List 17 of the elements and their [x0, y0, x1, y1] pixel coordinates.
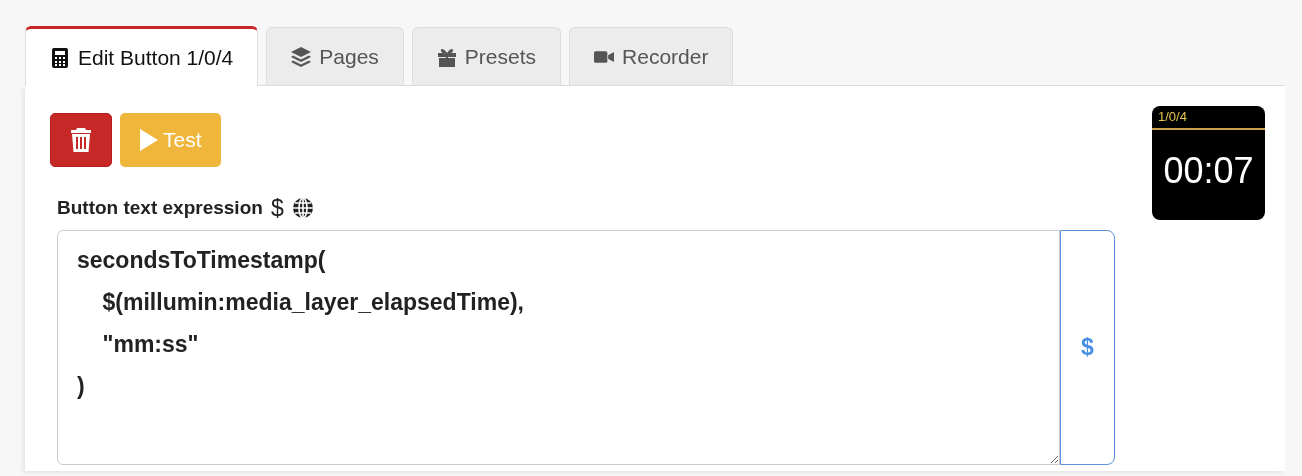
calculator-icon [50, 47, 70, 68]
variable-button[interactable]: $ [1060, 229, 1115, 465]
gift-icon [436, 46, 457, 67]
tab[interactable]: Pages [266, 27, 404, 85]
field-label: Button text expression [57, 196, 263, 220]
tab[interactable]: Edit Button 1/0/4 [25, 26, 259, 86]
button-preview-text: 00:07 [1162, 148, 1255, 193]
globe-icon [291, 197, 314, 220]
dollar-symbol: $ [270, 194, 284, 223]
delete-button[interactable] [50, 113, 112, 167]
layers-icon [291, 46, 312, 67]
tab[interactable]: Recorder [569, 27, 734, 85]
tab[interactable]: Presets [411, 27, 562, 85]
button-location: 1/0/4 [1152, 106, 1265, 130]
expression-field[interactable]: secondsToTimestamp( $(millumin:media_layer_elapsedTime), "mm:ss" ) [57, 229, 1060, 465]
trash-icon [71, 128, 91, 152]
play-icon [139, 128, 159, 152]
